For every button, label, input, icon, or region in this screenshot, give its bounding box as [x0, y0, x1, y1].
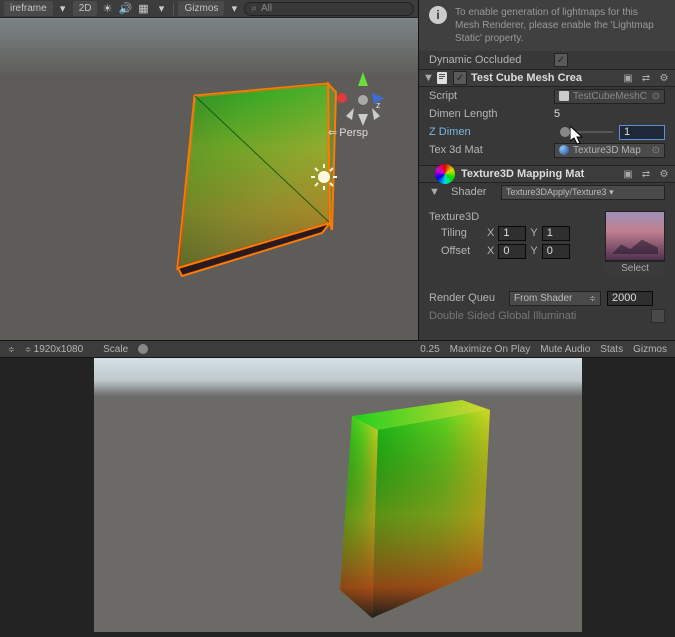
- resolution-dropdown[interactable]: 1920x1080: [25, 344, 83, 355]
- script-icon: [559, 91, 569, 101]
- scene-panel: ireframe ▾ 2D ☀ 🔊 ▦ ▾ Gizmos ▾ ⌕All: [0, 0, 418, 340]
- maximize-on-play-toggle[interactable]: Maximize On Play: [450, 344, 531, 355]
- perspective-label[interactable]: Persp: [328, 126, 368, 139]
- help-icon[interactable]: ▣: [621, 71, 635, 85]
- script-component-title: Test Cube Mesh Crea: [471, 72, 621, 84]
- lightmap-info-box: i To enable generation of lightmaps for …: [419, 0, 675, 51]
- game-toolbar: 1920x1080 Scale 0.25 Maximize On Play Mu…: [0, 340, 675, 358]
- scene-toolbar: ireframe ▾ 2D ☀ 🔊 ▦ ▾ Gizmos ▾ ⌕All: [0, 0, 418, 18]
- preset-icon[interactable]: ⇄: [639, 167, 653, 181]
- help-icon[interactable]: ▣: [621, 167, 635, 181]
- scale-slider[interactable]: [138, 344, 148, 354]
- offset-y-input[interactable]: [542, 244, 570, 259]
- z-dimen-input[interactable]: [619, 125, 665, 140]
- dropdown-icon[interactable]: ▾: [153, 2, 169, 16]
- double-sided-label: Double Sided Global Illuminati: [429, 310, 651, 322]
- offset-label: Offset: [441, 245, 483, 257]
- dimen-length-label: Dimen Length: [429, 108, 554, 120]
- texture-preview[interactable]: [605, 211, 665, 261]
- info-icon: i: [429, 6, 447, 24]
- scale-value: 0.25: [420, 344, 439, 355]
- shader-dropdown[interactable]: Texture3DApply/Texture3 ▾: [501, 185, 665, 200]
- dropdown-icon[interactable]: ▾: [55, 2, 71, 16]
- cursor-icon: [570, 126, 586, 146]
- material-sphere-icon: [435, 164, 455, 184]
- render-queue-dropdown[interactable]: From Shader: [509, 291, 601, 306]
- script-label: Script: [429, 90, 554, 102]
- component-enabled-checkbox[interactable]: ✓: [453, 71, 467, 85]
- game-panel: [0, 358, 675, 637]
- object-picker-icon[interactable]: ⊙: [652, 145, 660, 156]
- texture3d-label: Texture3D: [429, 211, 597, 223]
- material-title: Texture3D Mapping Mat: [461, 168, 621, 180]
- game-cube-mesh: [334, 390, 504, 630]
- aspect-dropdown-left[interactable]: [8, 344, 15, 355]
- shader-label: Shader: [451, 186, 501, 198]
- render-queue-input[interactable]: [607, 291, 653, 306]
- script-icon: [435, 71, 449, 85]
- context-menu-icon[interactable]: ⚙: [657, 167, 671, 181]
- slider-thumb[interactable]: [560, 127, 570, 137]
- dynamic-occluded-checkbox[interactable]: ✓: [554, 53, 568, 67]
- dimen-length-value[interactable]: 5: [554, 108, 665, 120]
- scene-light-icon[interactable]: [310, 163, 338, 191]
- scene-viewport[interactable]: z Persp: [0, 18, 418, 340]
- mode-2d-toggle[interactable]: 2D: [73, 1, 98, 16]
- tiling-y-input[interactable]: [542, 226, 570, 241]
- audio-icon[interactable]: 🔊: [117, 2, 133, 16]
- foldout-icon[interactable]: ▼: [423, 72, 435, 84]
- mute-audio-toggle[interactable]: Mute Audio: [540, 344, 590, 355]
- gizmos-dropdown[interactable]: Gizmos: [178, 1, 224, 16]
- fx-icon[interactable]: ▦: [135, 2, 151, 16]
- light-icon[interactable]: ☀: [99, 2, 115, 16]
- svg-text:z: z: [376, 100, 381, 110]
- stats-toggle[interactable]: Stats: [600, 344, 623, 355]
- foldout-icon[interactable]: [423, 168, 435, 180]
- preset-icon[interactable]: ⇄: [639, 71, 653, 85]
- script-component-header[interactable]: ▼ ✓ Test Cube Mesh Crea ▣ ⇄ ⚙: [419, 69, 675, 87]
- dynamic-occluded-label: Dynamic Occluded: [429, 54, 554, 66]
- double-sided-checkbox[interactable]: [651, 309, 665, 323]
- tiling-label: Tiling: [441, 227, 483, 239]
- z-dimen-label[interactable]: Z Dimen: [429, 126, 554, 138]
- material-dot-icon: [559, 145, 569, 155]
- lightmap-info-text: To enable generation of lightmaps for th…: [455, 6, 665, 45]
- object-picker-icon[interactable]: ⊙: [652, 91, 660, 102]
- context-menu-icon[interactable]: ⚙: [657, 71, 671, 85]
- texture-select-button[interactable]: Select: [605, 261, 665, 275]
- foldout-icon[interactable]: ▼: [429, 186, 441, 198]
- material-header[interactable]: Texture3D Mapping Mat ▣ ⇄ ⚙: [419, 165, 675, 183]
- texture-slot[interactable]: Select: [605, 211, 665, 275]
- dropdown-icon[interactable]: ▾: [226, 2, 242, 16]
- gizmos-toggle[interactable]: Gizmos: [633, 344, 667, 355]
- offset-x-input[interactable]: [498, 244, 526, 259]
- z-dimen-slider[interactable]: [560, 131, 613, 133]
- game-viewport[interactable]: [94, 358, 582, 632]
- tiling-x-input[interactable]: [498, 226, 526, 241]
- scale-label: Scale: [103, 344, 128, 355]
- inspector-panel: i To enable generation of lightmaps for …: [418, 0, 675, 340]
- shading-mode-dropdown[interactable]: ireframe: [4, 1, 53, 16]
- tex3d-mat-label: Tex 3d Mat: [429, 144, 554, 156]
- render-queue-label: Render Queu: [429, 292, 509, 304]
- scene-search-input[interactable]: ⌕All: [244, 2, 414, 16]
- script-field: TestCubeMeshC ⊙: [554, 89, 665, 104]
